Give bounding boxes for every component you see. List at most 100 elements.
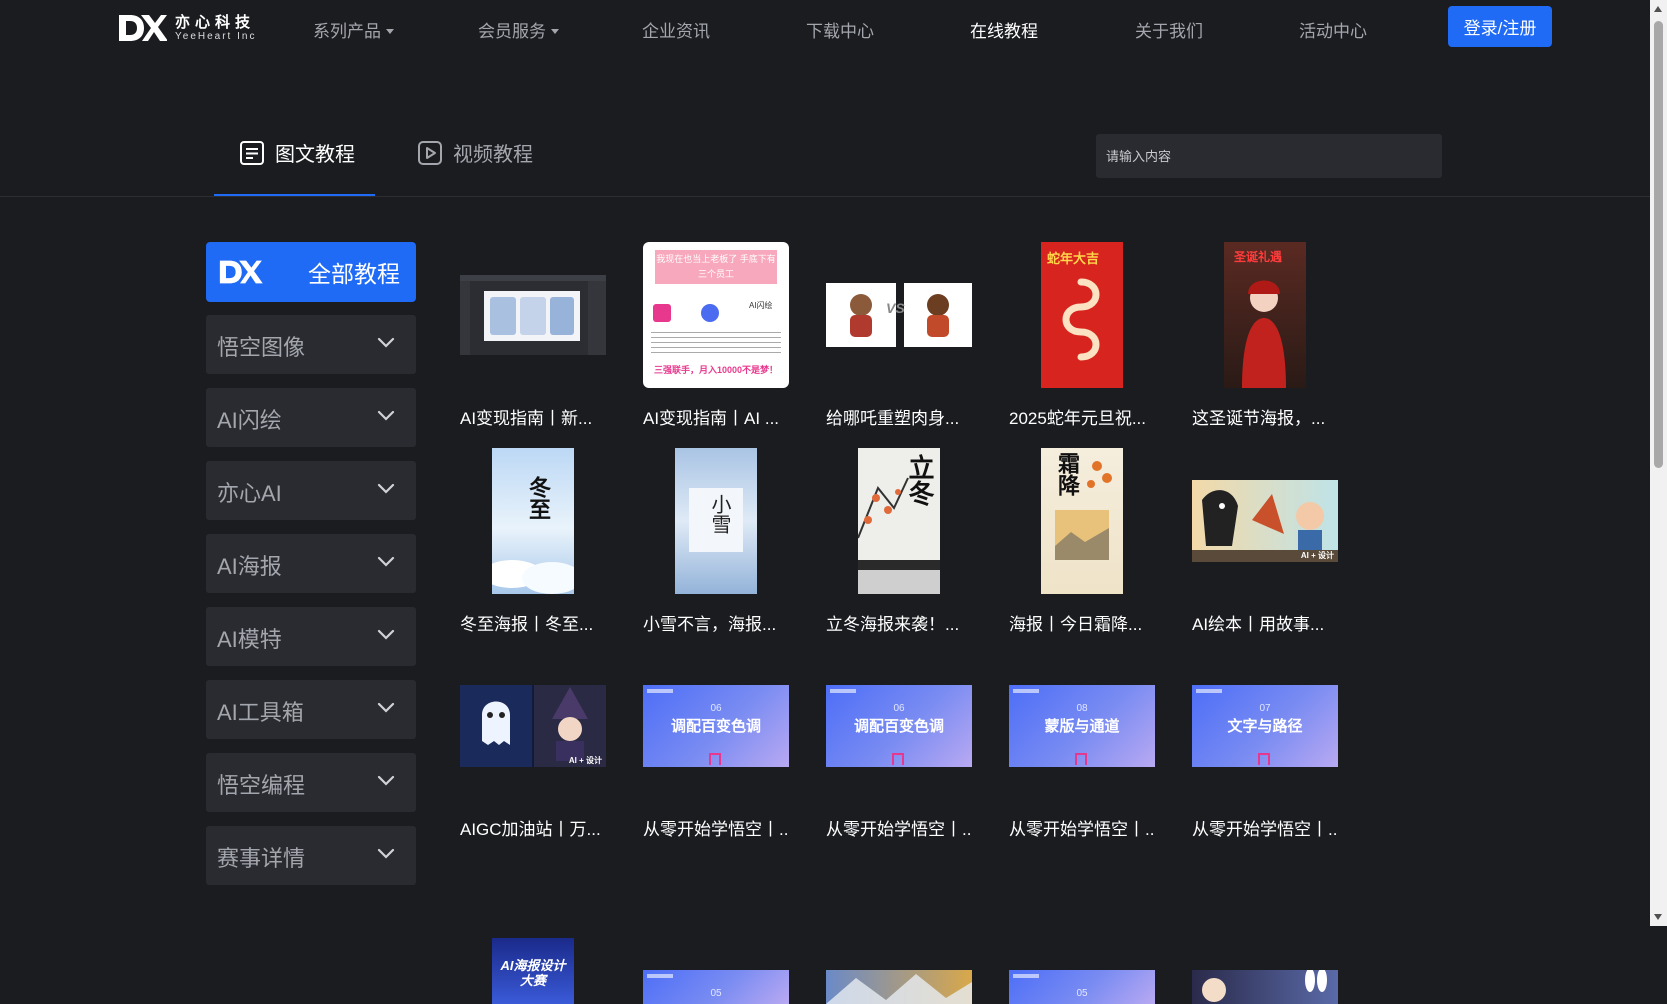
tutorial-card[interactable]: AI海报设计大赛 — [460, 858, 606, 1004]
tutorial-card[interactable]: 我现在也当上老板了 手底下有三个员工 AI闪绘 三强联手，月入10000不是梦！ AI… — [643, 242, 789, 429]
tutorial-card[interactable]: 05 — [643, 858, 789, 1004]
tutorial-thumbnail — [826, 858, 972, 1004]
nav-item-7[interactable]: 活动中心 — [1299, 17, 1367, 42]
snake-poster-text: 蛇年大吉 — [1047, 251, 1100, 266]
tutorial-title: 从零开始学悟空丨... — [643, 820, 789, 839]
sidebar-all-label: 全部教程 — [308, 261, 400, 287]
sidebar-item-4[interactable]: AI海报 — [206, 534, 416, 593]
tab-video-tutorials[interactable]: 视频教程 — [417, 138, 533, 167]
dx-logo-icon — [119, 15, 167, 41]
sidebar-item-label: 悟空编程 — [217, 773, 306, 798]
article-icon — [240, 140, 264, 165]
aigc-badge: AI + 设计 — [568, 756, 602, 765]
tutorial-card[interactable]: 蛇年大吉 2025蛇年元旦祝... — [1009, 242, 1155, 429]
search-input[interactable] — [1096, 134, 1442, 178]
tutorial-card[interactable] — [826, 858, 972, 1004]
nav-item-label: 下载中心 — [806, 22, 874, 41]
sidebar-item-all-tutorials[interactable]: 全部教程 — [206, 242, 416, 302]
tutorial-thumbnail: 08 蒙版与通道 — [1009, 653, 1155, 799]
tutorial-thumbnail: 06 调配百变色调 — [643, 653, 789, 799]
storybook-badge: AI + 设计 — [1300, 551, 1334, 560]
lesson-number: 05 — [1076, 988, 1088, 999]
scroll-up-arrow-icon[interactable] — [1654, 6, 1662, 12]
tutorial-title: 给哪吒重塑肉身... — [826, 409, 960, 428]
chevron-down-icon — [377, 702, 395, 713]
company-logo[interactable]: 亦心科技 YeeHeart Inc — [117, 12, 256, 44]
caret-down-icon — [386, 29, 394, 34]
lesson-title: 蒙版与通道 — [1044, 718, 1120, 735]
guide-title: 我现在也当上老板了 手底下有三个员工 — [655, 250, 777, 284]
nav-item-3[interactable]: 企业资讯 — [642, 17, 710, 42]
sidebar-item-3[interactable]: 亦心AI — [206, 461, 416, 520]
tutorial-thumbnail: AI海报设计大赛 — [460, 858, 606, 1004]
tutorial-thumbnail: AI + 设计 — [1192, 448, 1338, 594]
tutorial-thumbnail: VS — [826, 242, 972, 388]
chevron-down-icon — [377, 410, 395, 421]
nav-item-label: 在线教程 — [970, 22, 1038, 41]
lesson-number: 06 — [710, 703, 722, 714]
tutorial-card[interactable]: 霜降 海报丨今日霜降... — [1009, 448, 1155, 635]
sidebar-item-5[interactable]: AI模特 — [206, 607, 416, 666]
login-register-button[interactable]: 登录/注册 — [1448, 6, 1552, 47]
vertical-scrollbar[interactable] — [1650, 0, 1667, 926]
tutorial-thumbnail — [460, 242, 606, 388]
guide-footer: 三强联手，月入10000不是梦！ — [653, 365, 779, 375]
tutorial-thumbnail: 我现在也当上老板了 手底下有三个员工 AI闪绘 三强联手，月入10000不是梦！ — [643, 242, 789, 388]
sidebar-item-7[interactable]: 悟空编程 — [206, 753, 416, 812]
tutorial-thumbnail: 小雪 — [643, 448, 789, 594]
chevron-down-icon — [377, 848, 395, 859]
sidebar-item-label: 赛事详情 — [217, 846, 306, 871]
sidebar-item-label: AI模特 — [217, 627, 282, 652]
tutorial-card[interactable]: 08 蒙版与通道 从零开始学悟空丨... — [1009, 653, 1155, 840]
tutorial-card[interactable]: 06 调配百变色调 从零开始学悟空丨... — [826, 653, 972, 840]
nav-item-4[interactable]: 下载中心 — [806, 17, 874, 42]
tutorial-card[interactable]: 06 调配百变色调从零开始学悟空丨... — [643, 653, 789, 840]
tutorial-card[interactable]: 冬至 冬至海报丨冬至... — [460, 448, 606, 635]
tutorial-card[interactable]: 圣诞礼遇 这圣诞节海报，... — [1192, 242, 1338, 429]
tutorial-card[interactable]: AI + 设计 AI绘本丨用故事... — [1192, 448, 1338, 635]
nav-item-label: 企业资讯 — [642, 22, 710, 41]
nav-item-1[interactable]: 系列产品 — [313, 17, 394, 42]
sidebar-item-label: AI闪绘 — [217, 408, 282, 433]
tab-video-label: 视频教程 — [453, 144, 533, 166]
tutorial-card[interactable]: 小雪小雪不言，海报... — [643, 448, 789, 635]
scrollbar-thumb[interactable] — [1654, 21, 1663, 468]
logo-chinese-name: 亦心科技 — [175, 13, 256, 31]
snow-poster-text: 小雪 — [708, 494, 730, 534]
lesson-title: 调配百变色调 — [670, 718, 761, 735]
sidebar-item-2[interactable]: AI闪绘 — [206, 388, 416, 447]
sidebar-item-label: 悟空图像 — [217, 335, 306, 360]
tutorial-title: AI变现指南丨新... — [460, 409, 593, 428]
tab-article-label: 图文教程 — [275, 144, 355, 166]
tutorial-title: AI绘本丨用故事... — [1192, 615, 1325, 634]
tutorial-card[interactable]: 07 文字与路径 从零开始学悟空丨... — [1192, 653, 1338, 840]
tutorial-card[interactable]: VS 给哪吒重塑肉身... — [826, 242, 972, 429]
sidebar-item-label: AI工具箱 — [217, 700, 304, 725]
sidebar-item-6[interactable]: AI工具箱 — [206, 680, 416, 739]
tutorial-title: 这圣诞节海报，... — [1192, 409, 1326, 428]
tutorial-card[interactable] — [1192, 858, 1338, 1004]
tutorial-card[interactable]: 立冬 立冬海报来袭！... — [826, 448, 972, 635]
tutorial-card[interactable]: AI变现指南丨新... — [460, 242, 606, 429]
nav-item-label: 活动中心 — [1299, 22, 1367, 41]
scroll-down-arrow-icon[interactable] — [1654, 914, 1662, 920]
tab-article-tutorials[interactable]: 图文教程 — [239, 138, 355, 167]
nav-item-5[interactable]: 在线教程 — [970, 17, 1038, 42]
dx-logo-icon — [219, 260, 263, 284]
tutorial-title: 小雪不言，海报... — [643, 615, 777, 634]
tutorial-card[interactable]: AI + 设计 AIGC加油站丨万... — [460, 653, 606, 840]
category-sidebar: 全部教程 悟空图像 AI闪绘亦心AI AI海报 AI模特 AI工具箱悟空编程赛事详情 — [206, 242, 416, 899]
sidebar-item-8[interactable]: 赛事详情 — [206, 826, 416, 885]
tutorial-title: 立冬海报来袭！... — [826, 615, 960, 634]
tutorial-thumbnail: 蛇年大吉 — [1009, 242, 1155, 388]
tutorial-card[interactable]: 05 — [1009, 858, 1155, 1004]
nav-item-label: 系列产品 — [313, 22, 381, 41]
nav-item-2[interactable]: 会员服务 — [478, 17, 559, 42]
tutorial-title: 冬至海报丨冬至... — [460, 615, 594, 634]
tutorial-title: 2025蛇年元旦祝... — [1009, 409, 1146, 428]
lesson-number: 07 — [1259, 703, 1271, 714]
nav-item-6[interactable]: 关于我们 — [1135, 17, 1203, 42]
tutorial-title: AI变现指南丨AI ... — [643, 409, 780, 428]
sidebar-item-1[interactable]: 悟空图像 — [206, 315, 416, 374]
tutorial-thumbnail: 05 — [1009, 858, 1155, 1004]
